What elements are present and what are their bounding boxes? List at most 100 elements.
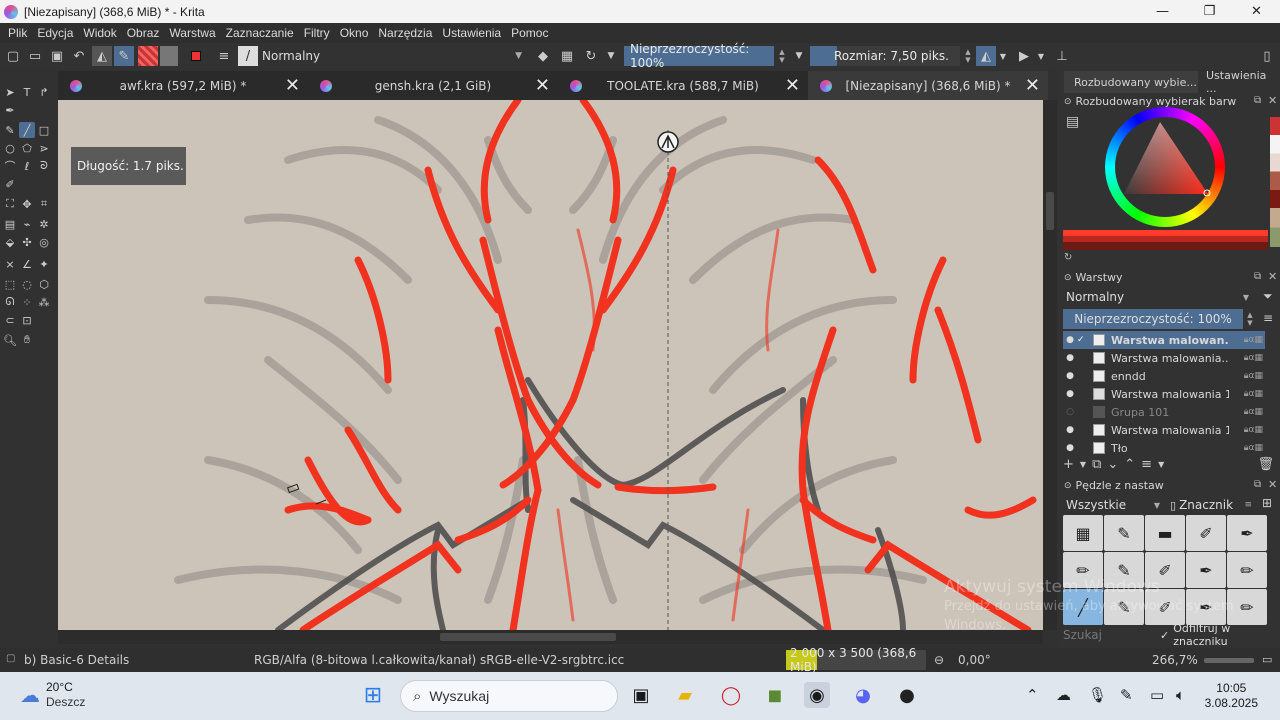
menu-edycja[interactable]: Edycja	[37, 26, 73, 40]
drawing-canvas[interactable]	[58, 100, 1043, 630]
close-icon[interactable]: ✕	[785, 75, 800, 96]
freehand-path-icon[interactable]: ℓ	[19, 158, 35, 174]
mirror-x-icon[interactable]: ◭	[976, 46, 996, 66]
new-document-icon[interactable]: ▢	[4, 46, 22, 66]
layer-row[interactable]: ○ Grupa 101 🔒︎α▦	[1063, 403, 1265, 421]
eye-hidden-icon[interactable]: ○	[1063, 407, 1077, 417]
rectangle-tool-icon[interactable]: □	[36, 122, 52, 138]
opacity-spin-icon[interactable]: ▲ ▼	[1244, 309, 1256, 329]
maximize-button[interactable]: ❐	[1186, 0, 1233, 23]
layer-flags-icon[interactable]: 🔒︎α▦	[1229, 335, 1265, 345]
brush-preset[interactable]: ✐	[1186, 515, 1226, 551]
menu-obraz[interactable]: Obraz	[127, 26, 160, 40]
layer-flags-icon[interactable]: 🔒︎α▦	[1229, 443, 1265, 453]
taskbar-search[interactable]: ⌕ Wyszukaj	[400, 680, 618, 712]
color-picker-icon[interactable]: ⌁	[19, 216, 35, 232]
menu-okno[interactable]: Okno	[340, 26, 369, 40]
volume-icon[interactable]: 🔈︎	[1176, 686, 1185, 704]
minimize-button[interactable]: —	[1139, 0, 1186, 23]
chevron-down-icon[interactable]: ▼	[604, 46, 618, 66]
layer-row[interactable]: ● Warstwa malowania 1 🔒︎α▦	[1063, 385, 1265, 403]
bezier-select-icon[interactable]: ⊂	[2, 312, 18, 328]
size-slider[interactable]: Rozmiar: 7,50 piks.	[810, 46, 960, 66]
layer-flags-icon[interactable]: 🔒︎α▦	[1229, 407, 1265, 417]
pattern-swatch-icon[interactable]	[160, 46, 178, 66]
enclose-fill-icon[interactable]: ✣	[19, 234, 35, 250]
gradient-tool-icon[interactable]: ▤	[2, 216, 18, 232]
rect-select-icon[interactable]: ⬚	[2, 276, 18, 292]
tab-settings[interactable]: Ustawienia ...	[1204, 69, 1280, 95]
move-tool-icon[interactable]: ✥	[19, 196, 35, 212]
microphone-icon[interactable]: 🎙︎	[1088, 686, 1107, 704]
brush-preset[interactable]: ✎	[1104, 515, 1144, 551]
dynamic-brush-icon[interactable]: ᘐ	[36, 158, 52, 174]
tab-niezapisany[interactable]: [Niezapisany] (368,6 MiB) * ✕	[808, 71, 1048, 100]
move-up-icon[interactable]: ⌃	[1124, 457, 1135, 472]
mirror-y-icon[interactable]: ▶	[1014, 46, 1034, 66]
color-settings-icon[interactable]: ▤	[1066, 114, 1079, 130]
gradient-pattern-icon[interactable]	[138, 46, 158, 66]
close-window-button[interactable]: ✕	[1233, 0, 1280, 23]
brush-filter-select[interactable]: Wszystkie ▼	[1063, 495, 1163, 515]
discord-icon[interactable]: ◕	[850, 682, 876, 708]
brush-preset-icon[interactable]: /	[238, 46, 258, 66]
eye-icon[interactable]: ●	[1063, 443, 1077, 453]
brush-settings-icon[interactable]: ≡	[214, 46, 234, 66]
close-icon[interactable]: ✕	[535, 75, 550, 96]
undo-icon[interactable]: ↶	[70, 46, 88, 66]
color-history-strip[interactable]	[1270, 117, 1280, 247]
close-icon[interactable]: ✕	[1025, 75, 1040, 96]
freehand-select-icon[interactable]: ᘏ	[2, 294, 18, 310]
layer-row[interactable]: ● enndd 🔒︎α▦	[1063, 367, 1265, 385]
measure-tool-icon[interactable]: ∠	[19, 256, 35, 272]
layer-row[interactable]: ● ✓ Warstwa malowan... 🔒︎α▦	[1063, 331, 1265, 349]
chevron-up-icon[interactable]: ⌃	[1026, 686, 1039, 704]
vertical-scrollbar[interactable]	[1043, 100, 1057, 630]
wrap-around-icon[interactable]: ⊥	[1052, 46, 1072, 66]
smart-patch-icon[interactable]: ✲	[36, 216, 52, 232]
scrollbar-thumb[interactable]	[440, 633, 616, 641]
layer-options-icon[interactable]: ≡	[1263, 311, 1273, 325]
task-view-icon[interactable]: ▣	[628, 682, 654, 708]
rotation-icon[interactable]: ⊖	[934, 653, 944, 667]
start-icon[interactable]: ⊞	[360, 682, 386, 708]
brush-preset[interactable]: ▬	[1145, 515, 1185, 551]
eye-icon[interactable]: ●	[1063, 353, 1077, 363]
close-icon[interactable]: ✕	[285, 75, 300, 96]
tab-color-selector[interactable]: Rozbudowany wybie...	[1064, 71, 1198, 93]
ellipse-select-icon[interactable]: ◌	[19, 276, 35, 292]
line-tool-icon[interactable]: ╱	[19, 122, 35, 138]
float-panel-icon[interactable]: ⧉	[1254, 271, 1261, 282]
save-icon[interactable]: ▣	[48, 46, 66, 66]
chevron-down-icon[interactable]: ▼	[998, 46, 1008, 66]
layer-flags-icon[interactable]: 🔒︎α▦	[1229, 425, 1265, 435]
opacity-slider[interactable]: Nieprzezroczystość: 100%	[624, 42, 774, 70]
menu-zaznaczanie[interactable]: Zaznaczanie	[226, 26, 294, 40]
menu-ustawienia[interactable]: Ustawienia	[442, 26, 501, 40]
reference-tool-icon[interactable]: ✦	[36, 256, 52, 272]
import-brush-icon[interactable]: ⊞	[1262, 496, 1272, 510]
layer-flags-icon[interactable]: 🔒︎α▦	[1229, 389, 1265, 399]
polyline-tool-icon[interactable]: ⋗	[36, 140, 52, 156]
brush-preset[interactable]: ▦	[1063, 515, 1103, 551]
tab-toolate[interactable]: TOOLATE.kra (588,7 MiB) ✕	[558, 71, 808, 100]
tab-awf[interactable]: awf.kra (597,2 MiB) * ✕	[58, 71, 308, 100]
close-panel-icon[interactable]: ✕	[1268, 478, 1277, 491]
menu-warstwa[interactable]: Warstwa	[169, 26, 215, 40]
edit-shape-icon[interactable]: ↱	[36, 84, 52, 100]
pan-tool-icon[interactable]: ✋︎	[19, 332, 35, 348]
menu-pomoc[interactable]: Pomoc	[511, 26, 548, 40]
eye-icon[interactable]: ●	[1063, 371, 1077, 381]
zoom-tool-icon[interactable]: 🔍︎	[2, 332, 18, 348]
crop-tool-icon[interactable]: ⌗	[36, 196, 52, 212]
duplicate-layer-icon[interactable]: ⧉	[1092, 457, 1101, 472]
krita-taskbar-icon[interactable]: ◉	[804, 682, 830, 708]
eye-icon[interactable]: ●	[1063, 335, 1077, 345]
close-panel-icon[interactable]: ✕	[1268, 94, 1277, 107]
float-panel-icon[interactable]: ⧉	[1254, 95, 1261, 106]
fill-tool-icon[interactable]: ⬙	[2, 234, 18, 250]
preserve-alpha-icon[interactable]: ▦	[558, 46, 576, 66]
multibrush-icon[interactable]: ✐	[2, 176, 18, 192]
layer-flags-icon[interactable]: 🔒︎α▦	[1229, 371, 1265, 381]
brush-preset[interactable]: ✒	[1227, 515, 1267, 551]
